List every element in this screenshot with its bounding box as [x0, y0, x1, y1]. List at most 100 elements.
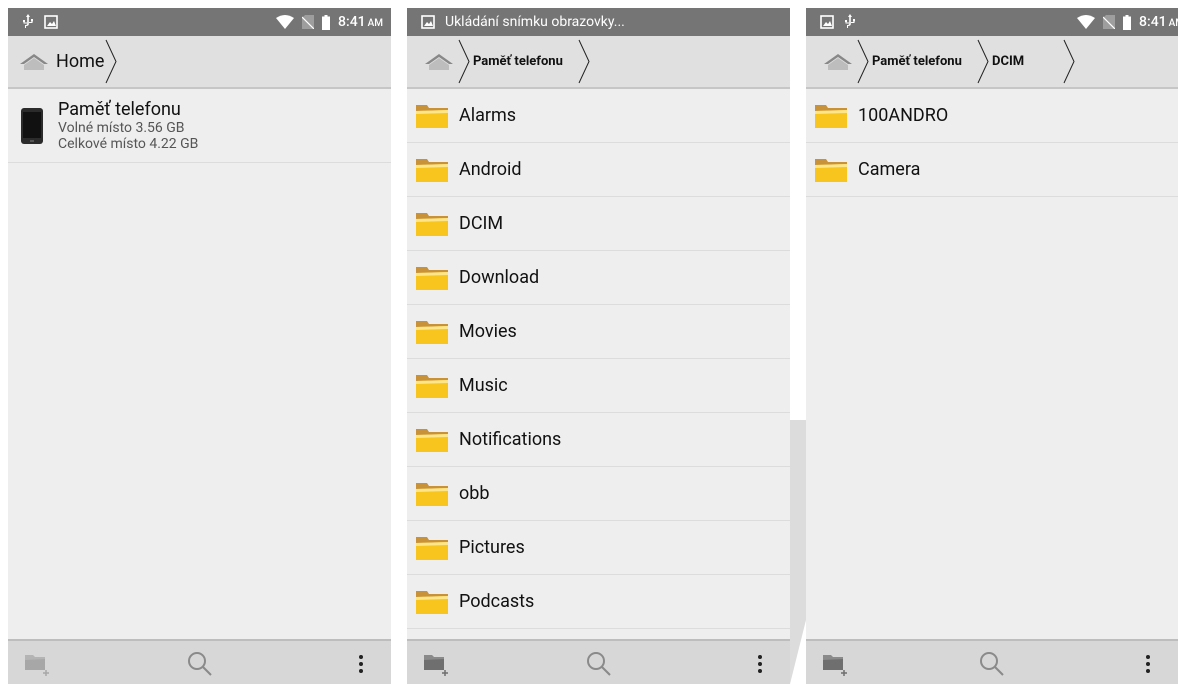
- folder-icon: [416, 374, 448, 398]
- breadcrumb-phone-storage[interactable]: Paměť telefonu: [872, 54, 976, 69]
- home-icon: [824, 53, 852, 70]
- folder-item[interactable]: Podcasts: [407, 575, 790, 629]
- folder-item[interactable]: DCIM: [407, 197, 790, 251]
- image-icon: [421, 15, 435, 29]
- folder-icon: [416, 158, 448, 182]
- new-folder-button[interactable]: [822, 650, 850, 678]
- folder-item[interactable]: Pictures: [407, 521, 790, 575]
- chevron-right-icon: [977, 39, 989, 84]
- search-button[interactable]: [186, 650, 214, 678]
- wifi-icon: [276, 15, 295, 29]
- bottom-toolbar: [8, 639, 391, 684]
- storage-free: Volné místo 3.56 GB: [58, 119, 185, 136]
- folder-name: Android: [459, 159, 522, 180]
- breadcrumb: Paměť telefonu: [407, 36, 790, 89]
- status-bar: 8:41AM: [806, 8, 1178, 36]
- search-button[interactable]: [585, 650, 613, 678]
- folder-icon: [416, 536, 448, 560]
- screenshot-notification: Ukládání snímku obrazovky...: [445, 14, 625, 30]
- folder-name: DCIM: [459, 213, 504, 234]
- new-folder-icon: [424, 655, 448, 676]
- folder-item[interactable]: obb: [407, 467, 790, 521]
- bottom-toolbar: [407, 639, 790, 684]
- breadcrumb-home[interactable]: Home: [56, 51, 104, 72]
- folder-name: Download: [459, 267, 540, 288]
- folder-item[interactable]: Music: [407, 359, 790, 413]
- folder-item[interactable]: Android: [407, 143, 790, 197]
- home-button[interactable]: [16, 48, 52, 76]
- folder-icon: [815, 104, 847, 128]
- panel-dcim: 8:41AM Paměť telefonu DCIM 100ANDRO Came…: [806, 8, 1178, 684]
- battery-icon: [1123, 14, 1132, 30]
- home-button[interactable]: [421, 48, 457, 76]
- panel-home: 8:41 AM Home Paměť telefonu Volné místo 3…: [8, 8, 391, 684]
- folder-item[interactable]: Movies: [407, 305, 790, 359]
- folder-name: Alarms: [459, 105, 517, 126]
- chevron-right-icon: [458, 39, 470, 84]
- new-folder-icon: [823, 655, 847, 676]
- image-icon: [44, 15, 58, 29]
- status-bar: 8:41AM: [8, 8, 391, 36]
- folder-name: Notifications: [459, 429, 562, 450]
- folder-icon: [416, 320, 448, 344]
- folder-item[interactable]: Notifications: [407, 413, 790, 467]
- new-folder-button[interactable]: [423, 650, 451, 678]
- folder-icon: [416, 590, 448, 614]
- chevron-right-icon: [1063, 39, 1075, 84]
- storage-item-phone[interactable]: Paměť telefonu Volné místo 3.56 GB Celko…: [8, 89, 391, 163]
- usb-icon: [23, 14, 33, 28]
- more-vert-icon: [1146, 655, 1150, 673]
- more-options-button[interactable]: [347, 650, 375, 678]
- chevron-right-icon: [105, 39, 117, 84]
- battery-icon: [322, 14, 331, 30]
- wifi-icon: [1077, 15, 1096, 29]
- folder-name: Pictures: [459, 537, 525, 558]
- folder-item[interactable]: Download: [407, 251, 790, 305]
- folder-name: Camera: [858, 159, 921, 180]
- search-button[interactable]: [978, 650, 1006, 678]
- folder-list: 100ANDRO Camera: [806, 89, 1178, 197]
- new-folder-button[interactable]: [24, 650, 52, 678]
- folder-icon: [815, 158, 847, 182]
- folder-name: 100ANDRO: [858, 105, 949, 126]
- storage-name: Paměť telefonu: [58, 98, 181, 120]
- image-icon: [820, 15, 834, 29]
- bottom-toolbar: [806, 639, 1178, 684]
- no-sim-icon: [302, 15, 315, 29]
- home-icon: [425, 53, 453, 70]
- home-button[interactable]: [820, 48, 856, 76]
- folder-icon: [416, 266, 448, 290]
- chevron-right-icon: [578, 39, 590, 84]
- usb-icon: [845, 14, 855, 28]
- more-vert-icon: [758, 655, 762, 673]
- search-icon: [586, 652, 611, 676]
- folder-icon: [416, 212, 448, 236]
- status-bar: Ukládání snímku obrazovky...: [407, 8, 790, 36]
- folder-name: Movies: [459, 321, 517, 342]
- phone-device-icon: [21, 107, 43, 144]
- folder-list: Alarms Android DCIM Download Movies Musi…: [407, 89, 790, 683]
- folder-item[interactable]: Camera: [806, 143, 1178, 197]
- folder-name: Podcasts: [459, 591, 535, 612]
- breadcrumb-dcim[interactable]: DCIM: [992, 54, 1062, 69]
- folder-name: obb: [459, 483, 490, 504]
- breadcrumb-phone-storage[interactable]: Paměť telefonu: [473, 54, 577, 69]
- storage-list: Paměť telefonu Volné místo 3.56 GB Celko…: [8, 89, 391, 163]
- folder-name: Music: [459, 375, 508, 396]
- search-icon: [187, 652, 212, 676]
- no-sim-icon: [1103, 15, 1116, 29]
- panel-phone-storage: Ukládání snímku obrazovky... Paměť telef…: [407, 8, 790, 684]
- folder-item[interactable]: Alarms: [407, 89, 790, 143]
- storage-total: Celkové místo 4.22 GB: [58, 135, 199, 152]
- folder-item[interactable]: 100ANDRO: [806, 89, 1178, 143]
- folder-icon: [416, 482, 448, 506]
- breadcrumb: Home: [8, 36, 391, 89]
- more-vert-icon: [359, 655, 363, 673]
- more-options-button[interactable]: [746, 650, 774, 678]
- folder-icon: [416, 104, 448, 128]
- clock: 8:41AM: [1139, 14, 1178, 30]
- new-folder-icon: [25, 655, 49, 676]
- more-options-button[interactable]: [1134, 650, 1162, 678]
- chevron-right-icon: [857, 39, 869, 84]
- search-icon: [980, 652, 1004, 676]
